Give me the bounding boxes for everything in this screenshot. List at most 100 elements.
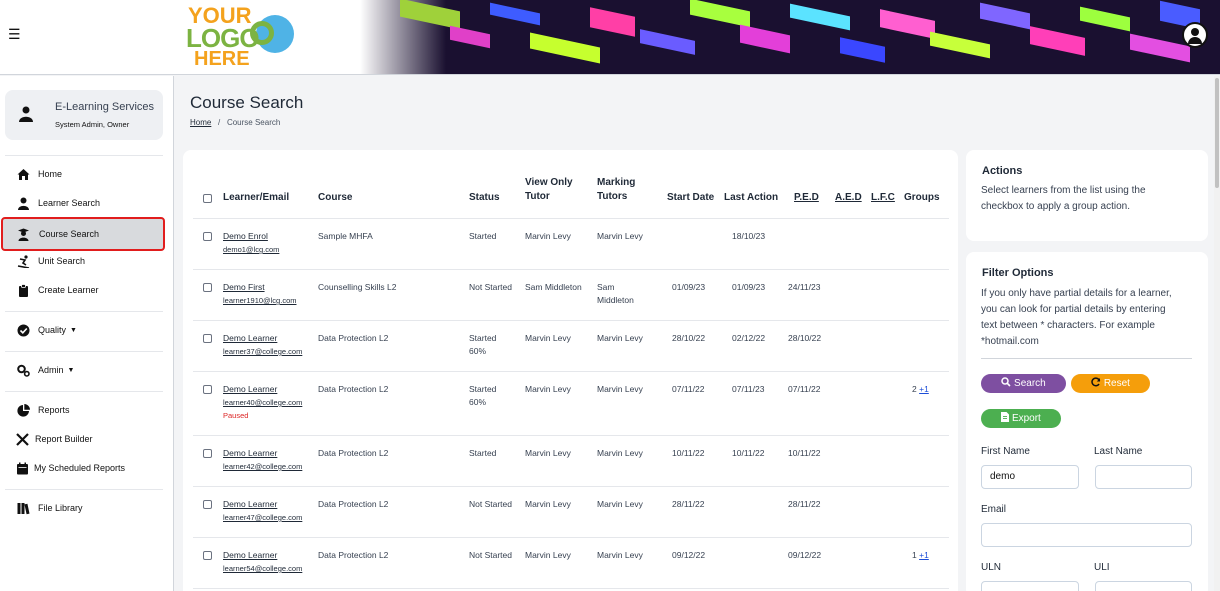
start-date-cell: 28/10/22 — [672, 333, 706, 343]
search-icon — [1001, 377, 1011, 387]
col-header-marking-tutors[interactable]: Marking Tutors — [597, 176, 635, 204]
sidebar-item-home[interactable]: Home — [0, 163, 174, 187]
ped-cell: 10/11/22 — [788, 448, 821, 458]
col-header-ped[interactable]: P.E.D — [794, 191, 819, 205]
course-cell: Sample MHFA — [318, 231, 373, 241]
user-circle-icon[interactable] — [1182, 22, 1208, 48]
email-input[interactable] — [981, 523, 1192, 547]
learner-name-link[interactable]: Demo Learner — [223, 384, 277, 394]
col-header-course[interactable]: Course — [318, 191, 352, 205]
learner-name-link[interactable]: Demo Learner — [223, 333, 277, 343]
breadcrumb-home-link[interactable]: Home — [190, 118, 211, 127]
table-header-divider — [193, 218, 949, 219]
service-role: System Admin, Owner — [55, 120, 130, 129]
user-icon — [18, 197, 29, 210]
scrollbar-thumb[interactable] — [1215, 78, 1219, 188]
col-header-status[interactable]: Status — [469, 191, 500, 205]
learner-email-link[interactable]: learner40@college.com — [223, 398, 302, 407]
col-header-last-action[interactable]: Last Action — [724, 191, 778, 205]
sidebar-item-admin[interactable]: Admin ▼ — [0, 359, 174, 383]
sidebar-item-label: Course Search — [39, 229, 100, 239]
sidebar-item-unit-search[interactable]: Unit Search — [0, 250, 174, 274]
learner-name-link[interactable]: Demo Learner — [223, 448, 277, 458]
sidebar-item-course-search[interactable]: Course Search — [1, 217, 165, 251]
row-checkbox[interactable] — [203, 283, 212, 292]
caret-down-icon: ▼ — [67, 367, 75, 374]
marking-tutor-cell: Sam Middleton — [597, 282, 634, 305]
sidebar-item-label: Reports — [38, 405, 70, 415]
learner-name-link[interactable]: Demo Learner — [223, 499, 277, 509]
service-card[interactable]: E-Learning Services System Admin, Owner — [5, 90, 163, 140]
col-header-start-date[interactable]: Start Date — [667, 191, 714, 205]
col-header-learner[interactable]: Learner/Email — [223, 191, 289, 205]
status-cell: Started — [469, 231, 497, 241]
learner-name-link[interactable]: Demo Enrol — [223, 231, 268, 241]
marking-tutor-cell: Marvin Levy — [597, 448, 643, 458]
col-header-view-only-tutor[interactable]: View Only Tutor — [525, 176, 573, 204]
first-name-input[interactable]: demo — [981, 465, 1079, 489]
learner-name-link[interactable]: Demo Learner — [223, 550, 277, 560]
marking-tutor-cell: Marvin Levy — [597, 384, 643, 394]
ped-cell: 24/11/23 — [788, 282, 821, 292]
sidebar-divider — [5, 391, 163, 392]
learner-cell: Demo Learner learner37@college.com — [223, 332, 302, 358]
hamburger-icon[interactable]: ☰ — [8, 26, 21, 43]
row-checkbox[interactable] — [203, 500, 212, 509]
col-header-groups[interactable]: Groups — [904, 191, 940, 205]
col-header-lfc[interactable]: L.F.C — [871, 191, 895, 205]
learner-email-link[interactable]: learner47@college.com — [223, 513, 302, 522]
uln-label: ULN — [981, 562, 1002, 573]
groups-more-link[interactable]: +1 — [919, 384, 929, 394]
row-checkbox[interactable] — [203, 551, 212, 560]
search-button[interactable]: Search — [981, 374, 1066, 393]
sidebar-item-quality[interactable]: Quality ▼ — [0, 319, 174, 343]
sidebar-item-label: File Library — [38, 503, 83, 513]
row-divider — [193, 435, 949, 436]
course-cell: Counselling Skills L2 — [318, 282, 397, 292]
ped-cell: 07/11/22 — [788, 384, 821, 394]
page-title: Course Search — [190, 93, 304, 112]
results-table: Learner/Email Course Status View Only Tut… — [183, 150, 958, 591]
sidebar-item-reports[interactable]: Reports — [0, 399, 174, 423]
view-tutor-cell: Marvin Levy — [525, 384, 571, 394]
learner-email-link[interactable]: demo1@lcg.com — [223, 245, 279, 254]
user-icon — [19, 106, 33, 122]
row-checkbox[interactable] — [203, 385, 212, 394]
row-divider — [193, 537, 949, 538]
groups-more-link[interactable]: +1 — [919, 550, 929, 560]
select-all-checkbox[interactable] — [203, 194, 212, 203]
export-button[interactable]: Export — [981, 409, 1061, 428]
status-cell: Started — [469, 448, 497, 458]
sidebar-divider — [5, 155, 163, 156]
page-scrollbar[interactable] — [1214, 76, 1220, 591]
status-cell: Not Started — [469, 499, 512, 509]
course-cell: Data Protection L2 — [318, 333, 389, 343]
sidebar-item-report-builder[interactable]: Report Builder — [0, 428, 174, 452]
reset-button[interactable]: Reset — [1071, 374, 1150, 393]
uli-input[interactable] — [1095, 581, 1192, 591]
sidebar-item-create-learner[interactable]: Create Learner — [0, 279, 174, 303]
books-icon — [17, 503, 30, 515]
marking-tutor-cell: Marvin Levy — [597, 333, 643, 343]
learner-email-link[interactable]: learner1910@lcg.com — [223, 296, 296, 305]
col-header-aed[interactable]: A.E.D — [835, 191, 862, 205]
row-checkbox[interactable] — [203, 449, 212, 458]
course-cell: Data Protection L2 — [318, 499, 389, 509]
marking-tutor-cell: Marvin Levy — [597, 499, 643, 509]
sidebar-item-learner-search[interactable]: Learner Search — [0, 192, 174, 216]
breadcrumb-separator: / — [218, 118, 221, 127]
sidebar-divider — [5, 311, 163, 312]
ped-cell: 28/11/22 — [788, 499, 821, 509]
sidebar-item-label: Admin ▼ — [38, 365, 75, 375]
learner-email-link[interactable]: learner54@college.com — [223, 564, 302, 573]
sidebar-item-file-library[interactable]: File Library — [0, 497, 174, 521]
row-checkbox[interactable] — [203, 334, 212, 343]
company-logo[interactable]: YOUR LOGO HERE — [186, 3, 296, 71]
learner-email-link[interactable]: learner37@college.com — [223, 347, 302, 356]
sidebar-item-my-scheduled-reports[interactable]: My Scheduled Reports — [0, 457, 174, 481]
last-name-input[interactable] — [1095, 465, 1192, 489]
uln-input[interactable] — [981, 581, 1079, 591]
learner-email-link[interactable]: learner42@college.com — [223, 462, 302, 471]
row-checkbox[interactable] — [203, 232, 212, 241]
learner-name-link[interactable]: Demo First — [223, 282, 265, 292]
